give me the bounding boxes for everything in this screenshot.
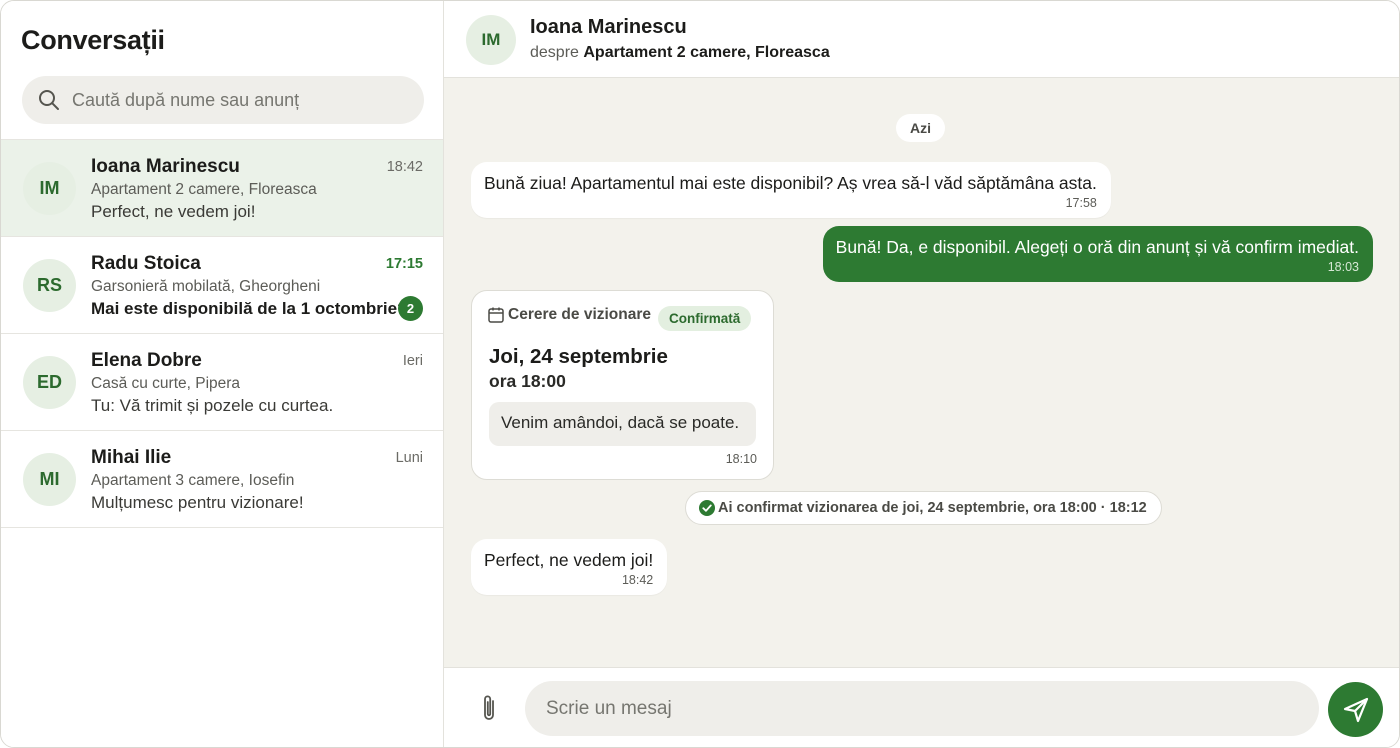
sidebar-title: Conversații	[21, 25, 165, 55]
message-time: 17:58	[1065, 196, 1097, 210]
contact-name: Radu Stoica	[91, 253, 201, 274]
message-preview: Mulțumesc pentru vizionare!	[91, 493, 304, 512]
viewing-date: Joi, 24 septembrie	[489, 345, 668, 368]
outgoing-message: Bună! Da, e disponibil. Alegeți o oră di…	[822, 226, 1373, 282]
message-text: Perfect, ne vedem joi!	[484, 550, 654, 570]
chat-header: IM Ioana Marinescu despre Apartament 2 c…	[444, 1, 1399, 78]
viewing-request-card[interactable]: Cerere de vizionare Confirmată Joi, 24 s…	[471, 290, 774, 480]
message-text: Bună ziua! Apartamentul mai este disponi…	[484, 173, 1097, 193]
avatar: MI	[23, 453, 76, 506]
contact-name: Elena Dobre	[91, 350, 202, 371]
conversation-item-mihai-ilie[interactable]: MI Mihai Ilie Apartament 3 camere, Iosef…	[1, 431, 443, 528]
listing-title: Apartament 2 camere, Floreasca	[91, 181, 317, 198]
calendar-icon	[488, 307, 504, 323]
system-confirmation-note: Ai confirmat vizionarea de joi, 24 septe…	[685, 491, 1162, 525]
status-badge: Confirmată	[658, 306, 752, 331]
message-input[interactable]	[525, 681, 1319, 736]
message-time: 18:10	[725, 452, 757, 466]
message-preview: Mai este disponibilă de la 1 octombrie?	[91, 299, 408, 318]
listing-title: Apartament 3 camere, Iosefin	[91, 472, 295, 489]
system-note-text: Ai confirmat vizionarea de joi, 24 septe…	[718, 500, 1147, 516]
listing-title: Casă cu curte, Pipera	[91, 375, 241, 392]
message-time: 18:42	[386, 159, 423, 175]
message-composer	[444, 667, 1399, 747]
incoming-message: Bună ziua! Apartamentul mai este disponi…	[471, 162, 1111, 218]
unread-count-badge: 2	[398, 296, 423, 321]
day-separator: Azi	[896, 114, 945, 142]
message-text: Bună! Da, e disponibil. Alegeți o oră di…	[835, 237, 1359, 257]
card-header: Cerere de vizionare	[488, 306, 651, 324]
message-preview: Perfect, ne vedem joi!	[91, 202, 256, 221]
avatar: RS	[23, 259, 76, 312]
conversation-item-ioana-marinescu[interactable]: IM Ioana Marinescu Apartament 2 camere, …	[1, 140, 443, 237]
contact-avatar: IM	[466, 15, 516, 65]
message-time: Luni	[395, 450, 423, 466]
message-time: 18:03	[1327, 260, 1359, 274]
message-preview: Tu: Vă trimit și pozele cu curtea.	[91, 396, 334, 415]
conversations-sidebar: Conversații IM Ioana Marinescu Apartamen…	[1, 1, 444, 747]
send-button[interactable]	[1328, 682, 1383, 737]
avatar: ED	[23, 356, 76, 409]
search-input[interactable]	[72, 89, 392, 111]
message-time: 17:15	[385, 256, 423, 272]
conversation-item-radu-stoica[interactable]: RS Radu Stoica Garsonieră mobilată, Gheo…	[1, 237, 443, 334]
incoming-message: Perfect, ne vedem joi! 18:42	[471, 539, 668, 595]
avatar: IM	[23, 162, 76, 215]
send-icon	[1343, 697, 1368, 722]
conversation-item-elena-dobre[interactable]: ED Elena Dobre Casă cu curte, Pipera Tu:…	[1, 334, 443, 431]
chat-panel: IM Ioana Marinescu despre Apartament 2 c…	[444, 1, 1399, 747]
contact-name: Ioana Marinescu	[530, 16, 687, 38]
message-thread: Azi Bună ziua! Apartamentul mai este dis…	[444, 78, 1399, 667]
viewing-note: Venim amândoi, dacă se poate.	[489, 402, 756, 446]
search-icon	[39, 90, 59, 110]
contact-name: Ioana Marinescu	[91, 156, 240, 177]
message-time: 18:42	[621, 573, 654, 587]
attach-button[interactable]	[474, 693, 504, 725]
check-circle-icon	[699, 500, 715, 516]
conversation-list: IM Ioana Marinescu Apartament 2 camere, …	[1, 139, 443, 528]
app-window: Conversații IM Ioana Marinescu Apartamen…	[0, 0, 1400, 748]
search-box[interactable]	[22, 76, 424, 124]
listing-title: Garsonieră mobilată, Gheorgheni	[91, 278, 321, 295]
message-time: Ieri	[402, 353, 423, 369]
listing-link[interactable]: Apartament 2 camere, Floreasca	[583, 44, 829, 61]
paperclip-icon	[484, 695, 494, 720]
viewing-hour: ora 18:00	[489, 371, 566, 391]
listing-reference: despre Apartament 2 camere, Floreasca	[530, 44, 830, 62]
contact-name: Mihai Ilie	[91, 447, 172, 468]
about-prefix: despre	[530, 44, 579, 61]
card-label: Cerere de vizionare	[508, 306, 652, 323]
